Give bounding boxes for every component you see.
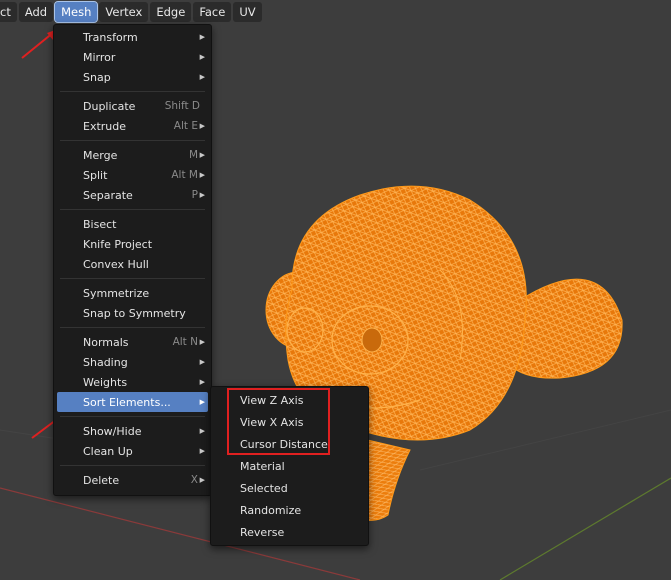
menu-item-label: Normals: [83, 335, 129, 349]
shortcut-label: Alt N: [172, 336, 198, 348]
menu-item-label: Merge: [83, 148, 118, 162]
sort-item-randomize[interactable]: Randomize: [214, 500, 365, 520]
menu-item-clean-up[interactable]: Clean Up ▶: [57, 441, 208, 461]
menu-item-mirror[interactable]: Mirror ▶: [57, 47, 208, 67]
submenu-arrow-icon: ▶: [199, 53, 205, 61]
shortcut-label: P: [191, 189, 198, 201]
menu-vertex[interactable]: Vertex: [99, 2, 149, 22]
menu-item-label: Snap: [83, 70, 111, 84]
submenu-arrow-icon: ▶: [199, 338, 205, 346]
menu-item-label: Convex Hull: [83, 257, 149, 271]
menu-item-label: Shading: [83, 355, 128, 369]
menu-item-merge[interactable]: Merge M ▶: [57, 145, 208, 165]
menu-item-split[interactable]: Split Alt M ▶: [57, 165, 208, 185]
menu-item-label: Mirror: [83, 50, 116, 64]
menu-item-label: Knife Project: [83, 237, 153, 251]
menu-item-show-hide[interactable]: Show/Hide ▶: [57, 421, 208, 441]
menu-separator: [60, 278, 205, 279]
menu-item-duplicate[interactable]: Duplicate Shift D: [57, 96, 208, 116]
shortcut-label: Shift D: [164, 100, 200, 112]
menu-item-sort-elements[interactable]: Sort Elements... ▶: [57, 392, 208, 412]
grid-line-y-axis: [499, 477, 671, 580]
submenu-arrow-icon: ▶: [199, 427, 205, 435]
menu-item-separate[interactable]: Separate P ▶: [57, 185, 208, 205]
shortcut-label: Alt M: [171, 169, 198, 181]
menu-mesh[interactable]: Mesh: [54, 1, 99, 23]
shortcut-label: Alt E: [173, 120, 198, 132]
menu-item-transform[interactable]: Transform ▶: [57, 27, 208, 47]
menu-separator: [60, 465, 205, 466]
submenu-arrow-icon: ▶: [199, 398, 205, 406]
menu-separator: [60, 91, 205, 92]
menu-item-label: Delete: [83, 473, 120, 487]
submenu-arrow-icon: ▶: [199, 476, 205, 484]
menu-item-label: Weights: [83, 375, 128, 389]
header-menubar: ct Add Mesh Vertex Edge Face UV: [0, 0, 264, 24]
sort-item-reverse[interactable]: Reverse: [214, 522, 365, 542]
submenu-arrow-icon: ▶: [199, 447, 205, 455]
menu-face[interactable]: Face: [193, 2, 232, 22]
sort-item-selected[interactable]: Selected: [214, 478, 365, 498]
menu-item-label: Sort Elements...: [83, 395, 171, 409]
menu-item-snap[interactable]: Snap ▶: [57, 67, 208, 87]
menu-separator: [60, 209, 205, 210]
menu-item-label: Show/Hide: [83, 424, 142, 438]
menu-item-label: Clean Up: [83, 444, 133, 458]
menu-item-extrude[interactable]: Extrude Alt E ▶: [57, 116, 208, 136]
menu-add[interactable]: Add: [18, 2, 54, 22]
menu-item-label: Snap to Symmetry: [83, 306, 186, 320]
menu-item-label: Split: [83, 168, 108, 182]
submenu-arrow-icon: ▶: [199, 151, 205, 159]
submenu-arrow-icon: ▶: [199, 358, 205, 366]
menu-item-normals[interactable]: Normals Alt N ▶: [57, 332, 208, 352]
menu-item-label: Symmetrize: [83, 286, 150, 300]
menu-select[interactable]: ct: [0, 2, 17, 22]
submenu-arrow-icon: ▶: [199, 171, 205, 179]
menu-item-bisect[interactable]: Bisect: [57, 214, 208, 234]
menu-uv[interactable]: UV: [233, 2, 262, 22]
submenu-arrow-icon: ▶: [199, 73, 205, 81]
menu-item-symmetrize[interactable]: Symmetrize: [57, 283, 208, 303]
submenu-arrow-icon: ▶: [199, 378, 205, 386]
menu-item-label: Duplicate: [83, 99, 136, 113]
menu-item-shading[interactable]: Shading ▶: [57, 352, 208, 372]
menu-edge[interactable]: Edge: [150, 2, 192, 22]
menu-item-delete[interactable]: Delete X ▶: [57, 470, 208, 490]
submenu-arrow-icon: ▶: [199, 191, 205, 199]
menu-item-knife-project[interactable]: Knife Project: [57, 234, 208, 254]
menu-item-weights[interactable]: Weights ▶: [57, 372, 208, 392]
shortcut-label: M: [188, 149, 198, 161]
sort-item-cursor-distance[interactable]: Cursor Distance: [214, 434, 365, 454]
submenu-arrow-icon: ▶: [199, 33, 205, 41]
menu-separator: [60, 140, 205, 141]
sort-item-material[interactable]: Material: [214, 456, 365, 476]
menu-item-label: Separate: [83, 188, 133, 202]
menu-item-snap-to-symmetry[interactable]: Snap to Symmetry: [57, 303, 208, 323]
sort-item-view-x-axis[interactable]: View X Axis: [214, 412, 365, 432]
menu-item-convex-hull[interactable]: Convex Hull: [57, 254, 208, 274]
submenu-arrow-icon: ▶: [199, 122, 205, 130]
sort-elements-submenu: View Z Axis View X Axis Cursor Distance …: [210, 386, 369, 546]
mesh-dropdown-menu: Transform ▶ Mirror ▶ Snap ▶ Duplicate Shift …: [53, 24, 212, 496]
sort-item-view-z-axis[interactable]: View Z Axis: [214, 390, 365, 410]
menu-item-label: Bisect: [83, 217, 117, 231]
menu-separator: [60, 327, 205, 328]
menu-item-label: Extrude: [83, 119, 127, 133]
menu-separator: [60, 416, 205, 417]
shortcut-label: X: [190, 474, 198, 486]
menu-item-label: Transform: [83, 30, 138, 44]
